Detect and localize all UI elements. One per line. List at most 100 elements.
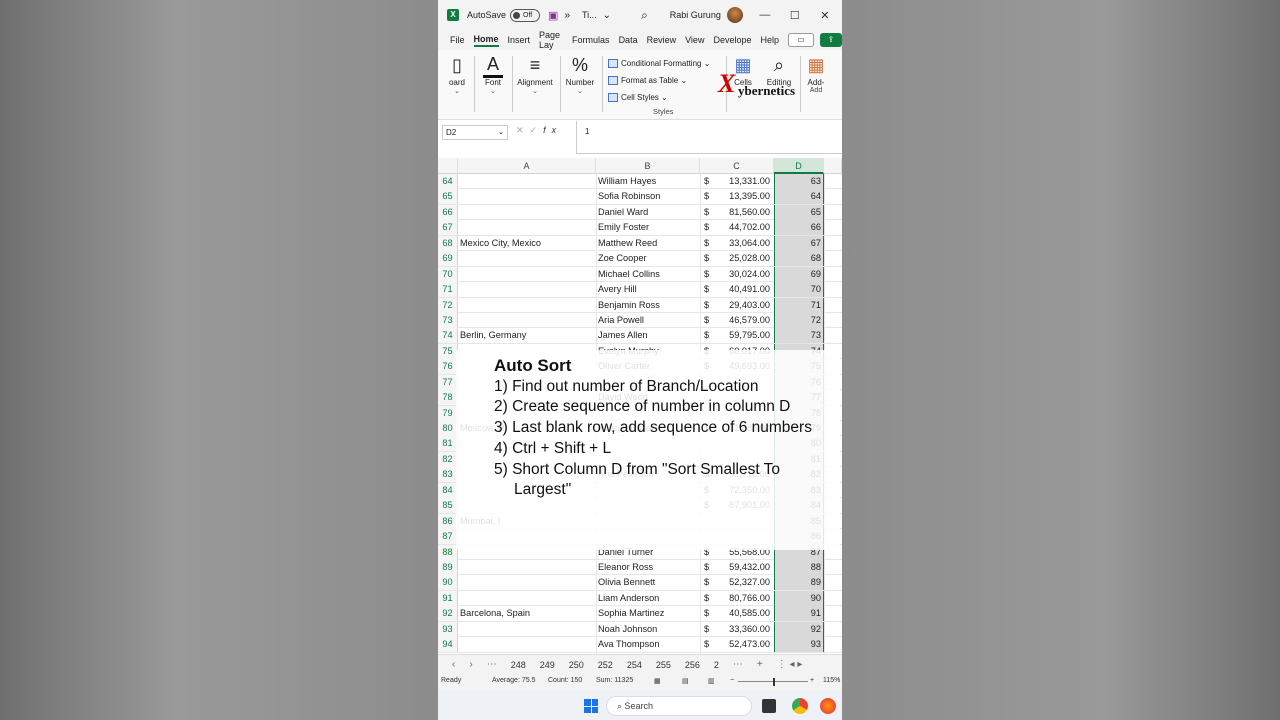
- cell-sequence[interactable]: 65: [774, 204, 824, 220]
- select-all-corner[interactable]: [438, 158, 458, 174]
- row-header[interactable]: 87: [438, 529, 458, 545]
- windows-start-icon[interactable]: [584, 699, 598, 713]
- cell-location[interactable]: Berlin, Germany: [460, 328, 526, 343]
- cell-amount[interactable]: 13,395.00: [708, 189, 770, 204]
- cell-amount[interactable]: 59,432.00: [708, 560, 770, 575]
- tab-file[interactable]: File: [450, 35, 465, 45]
- more-commands-icon[interactable]: »: [564, 10, 570, 21]
- cell-location[interactable]: Barcelona, Spain: [460, 606, 530, 621]
- autosave-toggle[interactable]: Off: [510, 8, 541, 22]
- cell-location[interactable]: Mexico City, Mexico: [460, 236, 541, 251]
- save-icon[interactable]: ▣: [548, 9, 558, 22]
- tab-page-layout[interactable]: Page Lay: [539, 30, 563, 50]
- cell-amount[interactable]: 33,360.00: [708, 622, 770, 637]
- cell-name[interactable]: Emily Foster: [598, 220, 649, 235]
- sheet-tab[interactable]: 255: [656, 660, 671, 670]
- cell-name[interactable]: Avery Hill: [598, 282, 637, 297]
- sheet-tab[interactable]: 2: [714, 660, 719, 670]
- user-name[interactable]: Rabi Gurung: [670, 10, 721, 20]
- row-header[interactable]: 83: [438, 467, 458, 483]
- cell-sequence[interactable]: 88: [774, 559, 824, 575]
- cell-name[interactable]: Daniel Ward: [598, 205, 648, 220]
- maximize-icon[interactable]: ☐: [787, 9, 803, 22]
- chevron-left-icon[interactable]: ‹: [452, 659, 455, 670]
- cell-name[interactable]: Liam Anderson: [598, 591, 659, 606]
- sheet-tab[interactable]: 256: [685, 660, 700, 670]
- row-header[interactable]: 66: [438, 204, 458, 220]
- cell-name[interactable]: Noah Johnson: [598, 622, 657, 637]
- cell-sequence[interactable]: 66: [774, 220, 824, 236]
- zoom-level[interactable]: 115%: [823, 677, 840, 684]
- row-header[interactable]: 76: [438, 359, 458, 375]
- row-header[interactable]: 92: [438, 606, 458, 622]
- row-header[interactable]: 69: [438, 251, 458, 267]
- more-sheets-icon[interactable]: ⋯: [487, 659, 497, 670]
- cell-sequence[interactable]: 69: [774, 266, 824, 282]
- font-group[interactable]: A Font ⌄: [478, 54, 508, 95]
- insert-function-icon[interactable]: fx: [543, 125, 562, 135]
- cell-amount[interactable]: 80,766.00: [708, 591, 770, 606]
- cell-sequence[interactable]: 64: [774, 189, 824, 205]
- tab-data[interactable]: Data: [619, 35, 638, 45]
- sheet-tab[interactable]: 249: [540, 660, 555, 670]
- addins-group[interactable]: ▦ Add- Add: [802, 54, 830, 94]
- chevron-right-icon[interactable]: ›: [469, 659, 472, 670]
- row-header[interactable]: 82: [438, 451, 458, 467]
- sheet-tab[interactable]: 252: [598, 660, 613, 670]
- column-header-d[interactable]: D: [774, 158, 824, 174]
- cell-name[interactable]: James Allen: [598, 328, 648, 343]
- sheet-tab[interactable]: 254: [627, 660, 642, 670]
- normal-view-icon[interactable]: ▦: [654, 677, 661, 685]
- cell-sequence[interactable]: 73: [774, 328, 824, 344]
- formula-input[interactable]: 1: [576, 121, 842, 154]
- cell-name[interactable]: Zoe Cooper: [598, 251, 647, 266]
- cell-amount[interactable]: 46,579.00: [708, 313, 770, 328]
- column-header-c[interactable]: C: [700, 158, 774, 174]
- minimize-icon[interactable]: —: [757, 9, 773, 21]
- chevron-down-icon[interactable]: ⌄: [603, 10, 611, 21]
- cell-name[interactable]: Matthew Reed: [598, 236, 657, 251]
- cell-sequence[interactable]: 90: [774, 590, 824, 606]
- cell-sequence[interactable]: 68: [774, 251, 824, 267]
- zoom-in-icon[interactable]: +: [810, 677, 814, 684]
- row-header[interactable]: 80: [438, 421, 458, 436]
- file-title[interactable]: Ti...: [582, 10, 597, 20]
- cell-amount[interactable]: 30,024.00: [708, 267, 770, 282]
- search-icon[interactable]: ⌕: [641, 8, 648, 23]
- sheet-tab[interactable]: 248: [511, 660, 526, 670]
- row-header[interactable]: 85: [438, 498, 458, 514]
- row-header[interactable]: 94: [438, 637, 458, 653]
- row-header[interactable]: 67: [438, 220, 458, 236]
- task-view-icon[interactable]: [762, 699, 776, 713]
- cell-amount[interactable]: 13,331.00: [708, 174, 770, 189]
- row-header[interactable]: 72: [438, 297, 458, 313]
- page-layout-icon[interactable]: ▤: [682, 677, 689, 685]
- row-header[interactable]: 73: [438, 312, 458, 328]
- zoom-out-icon[interactable]: −: [730, 677, 734, 684]
- row-header[interactable]: 89: [438, 559, 458, 575]
- cell-amount[interactable]: 29,403.00: [708, 298, 770, 313]
- add-sheet-icon[interactable]: +: [757, 659, 763, 670]
- sheet-tab[interactable]: 250: [569, 660, 584, 670]
- row-header[interactable]: 81: [438, 436, 458, 452]
- cell-amount[interactable]: 52,327.00: [708, 575, 770, 590]
- enter-icon[interactable]: ✓: [530, 125, 544, 135]
- cell-name[interactable]: Aria Powell: [598, 313, 644, 328]
- cell-sequence[interactable]: 72: [774, 312, 824, 328]
- cell-name[interactable]: William Hayes: [598, 174, 656, 189]
- share-icon[interactable]: ⇪: [820, 33, 842, 47]
- row-header[interactable]: 86: [438, 513, 458, 529]
- cell-sequence[interactable]: 71: [774, 297, 824, 313]
- row-header[interactable]: 93: [438, 621, 458, 637]
- zoom-slider-knob[interactable]: [773, 678, 775, 686]
- name-box[interactable]: D2 ⌄: [442, 125, 508, 140]
- tab-review[interactable]: Review: [647, 35, 677, 45]
- column-header-b[interactable]: B: [596, 158, 700, 174]
- number-group[interactable]: % Number ⌄: [562, 54, 598, 95]
- row-header[interactable]: 78: [438, 390, 458, 406]
- cell-sequence[interactable]: 93: [774, 637, 824, 653]
- row-header[interactable]: 91: [438, 590, 458, 606]
- cell-name[interactable]: Sofia Robinson: [598, 189, 660, 204]
- tab-home[interactable]: Home: [473, 34, 499, 47]
- cell-name[interactable]: Michael Collins: [598, 267, 660, 282]
